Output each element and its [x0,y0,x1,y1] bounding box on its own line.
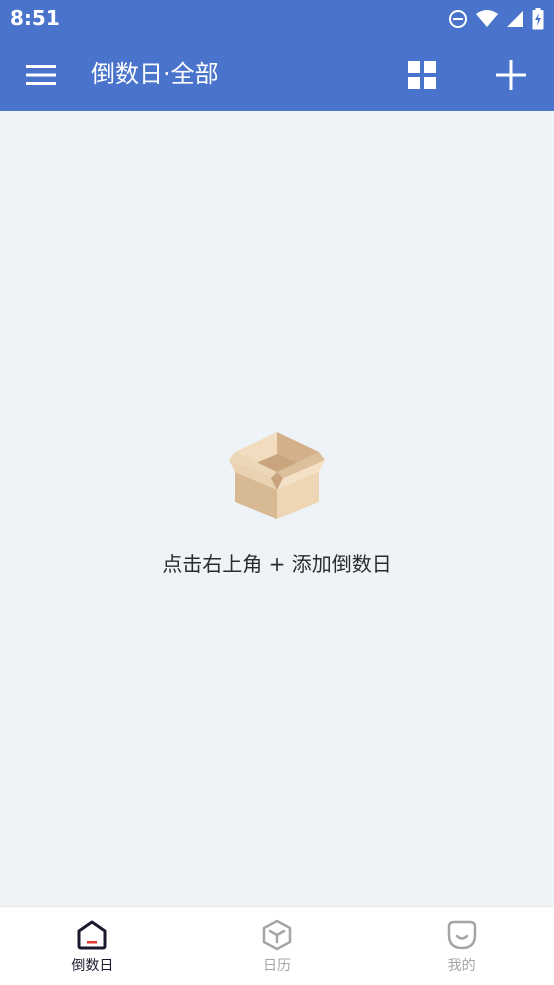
nav-item-countdown[interactable]: 倒数日 [0,907,185,985]
nav-label-calendar: 日历 [263,958,291,974]
hamburger-menu-icon [26,65,56,85]
cube-icon [262,919,292,951]
open-box-icon [229,432,325,519]
add-button[interactable] [490,55,532,95]
nav-item-calendar[interactable]: 日历 [185,907,370,985]
nav-label-countdown: 倒数日 [71,958,114,974]
nav-label-mine: 我的 [447,958,476,974]
empty-state-message: 点击右上角 + 添加倒数日 [162,552,392,576]
status-icons [448,8,544,30]
grid-view-button[interactable] [402,55,442,95]
app-bar: 倒数日·全部 [0,38,554,111]
empty-state: 点击右上角 + 添加倒数日 [0,430,554,577]
wifi-icon [476,10,498,27]
grid-view-icon [408,61,436,89]
plus-icon [496,60,526,90]
smiley-icon [447,920,476,950]
do-not-disturb-icon [449,10,467,28]
home-icon [77,920,107,950]
status-time: 8:51 [10,6,60,30]
battery-charging-icon [532,8,544,30]
bottom-nav: 倒数日 日历 我的 [0,906,554,985]
nav-item-mine[interactable]: 我的 [369,907,554,985]
screen: 8:51 倒数日·全部 点击右上角 + 添加倒数日 倒数日 日历 我的 [0,0,554,985]
menu-button[interactable] [20,56,62,94]
page-title: 倒数日·全部 [91,60,219,88]
signal-icon [507,11,523,27]
status-bar: 8:51 [0,0,554,38]
